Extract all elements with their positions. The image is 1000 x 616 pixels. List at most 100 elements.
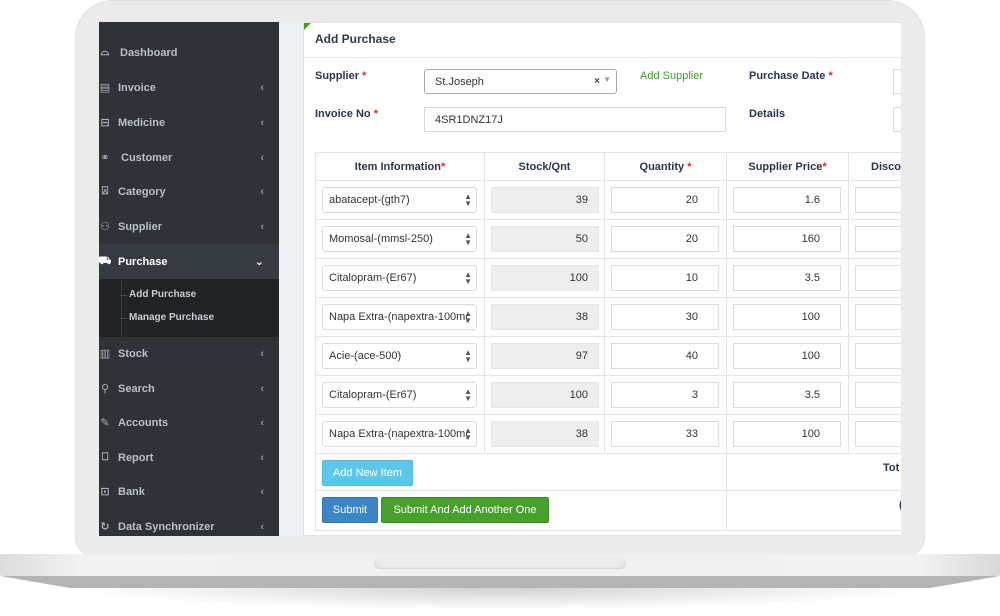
supplier-price-input[interactable]: 3.5: [733, 265, 841, 291]
cell-quantity: 10: [604, 259, 726, 298]
header-item-information: Item Information *: [315, 153, 484, 181]
chevron-down-icon: ⌄: [254, 256, 264, 268]
sidebar-item-label: Invoice: [118, 81, 156, 94]
supplier-price-input[interactable]: 3.5: [733, 382, 841, 408]
cell-stock: 38: [484, 298, 604, 337]
invoice-no-value: 4SR1DNZ17J: [435, 113, 503, 126]
sidebar-item-medicine[interactable]: ⊟ Medicine ‹: [99, 105, 279, 140]
invoice-no-input[interactable]: 4SR1DNZ17J: [424, 107, 726, 132]
item-select[interactable]: abatacept-(gth7) ▲ ▼: [322, 187, 477, 213]
total-label: Tot: [883, 462, 900, 474]
edit-icon: ✎: [100, 417, 110, 429]
submenu-add-purchase[interactable]: Add Purchase: [119, 289, 196, 300]
header-text: Supplier Price: [748, 161, 823, 173]
item-select[interactable]: Napa Extra-(napextra-100mg) ▲ ▼: [322, 421, 477, 447]
sidebar-item-label: Search: [118, 382, 155, 395]
supplier-price-input[interactable]: 1.6: [733, 187, 841, 213]
invoice-label-text: Invoice No: [315, 108, 371, 120]
supplier-price-input[interactable]: 160: [733, 226, 841, 252]
cell-stock: 97: [484, 337, 604, 376]
quantity-input[interactable]: 40: [611, 343, 719, 369]
sidebar-item-supplier[interactable]: ⚇ Supplier ‹: [99, 209, 279, 244]
sidebar-item-search[interactable]: ⚲ Search ‹: [99, 371, 279, 406]
quantity-input[interactable]: 3: [611, 382, 719, 408]
footer-cell-total: Tot: [726, 454, 901, 491]
submenu-line: [121, 279, 122, 337]
submit-button[interactable]: Submit: [322, 497, 378, 523]
item-select[interactable]: Momosal-(mmsl-250) ▲ ▼: [322, 226, 477, 252]
item-select-value: abatacept-(gth7): [329, 194, 410, 206]
page-title: Add Purchase: [315, 32, 396, 46]
select-updown-icon: ▲ ▼: [464, 270, 472, 286]
details-input[interactable]: [893, 107, 901, 132]
discount-input[interactable]: [855, 304, 901, 330]
discount-input[interactable]: [855, 343, 901, 369]
chevron-left-icon: ‹: [260, 520, 264, 533]
sidebar-item-bank[interactable]: ⊡ Bank ‹: [99, 474, 279, 509]
select-updown-icon: ▲ ▼: [464, 192, 472, 208]
chevron-left-icon: ‹: [260, 116, 264, 129]
supplier-price-input[interactable]: 100: [733, 304, 841, 330]
item-select[interactable]: Acie-(ace-500) ▲ ▼: [322, 343, 477, 369]
item-select[interactable]: Citalopram-(Er67) ▲ ▼: [322, 382, 477, 408]
sidebar: ⌓ Dashboard ▤ Invoice ‹ ⊟ Medicine ‹ ⚭ C…: [99, 22, 279, 536]
submit-and-add-another-button[interactable]: Submit And Add Another One: [381, 497, 549, 523]
supplier-price-input[interactable]: 100: [733, 343, 841, 369]
customer-handshake-icon: ⚭: [100, 152, 110, 164]
chevron-left-icon: ‹: [260, 185, 264, 198]
screen: ⌓ Dashboard ▤ Invoice ‹ ⊟ Medicine ‹ ⚭ C…: [99, 22, 901, 536]
cell-stock: 50: [484, 220, 604, 259]
purchase-date-input[interactable]: [893, 69, 901, 94]
footer-label-2: (: [899, 499, 901, 511]
sidebar-item-data-synchronizer[interactable]: ↻ Data Synchronizer ‹: [99, 509, 279, 536]
briefcase-icon: ⊡: [100, 486, 110, 498]
quantity-input[interactable]: 10: [611, 265, 719, 291]
clear-icon[interactable]: ×: [594, 76, 600, 87]
discount-input[interactable]: [855, 265, 901, 291]
item-select[interactable]: Napa Extra-(napextra-100mg) ▲ ▼: [322, 304, 477, 330]
table-row: abatacept-(gth7) ▲ ▼ 39 20 1.6: [315, 181, 901, 220]
sidebar-item-label: Report: [118, 451, 154, 464]
discount-input[interactable]: [855, 187, 901, 213]
supplier-label-text: Supplier: [315, 70, 360, 82]
quantity-input[interactable]: 20: [611, 187, 719, 213]
add-supplier-link[interactable]: Add Supplier: [640, 70, 703, 82]
add-new-item-button[interactable]: Add New Item: [322, 460, 413, 486]
sidebar-item-dashboard[interactable]: ⌓ Dashboard: [99, 35, 279, 70]
sidebar-item-report[interactable]: ⎕ Report ‹: [99, 440, 279, 475]
cell-stock: 100: [484, 376, 604, 415]
item-select-value: Citalopram-(Er67): [329, 389, 417, 401]
item-select-value: Momosal-(mmsl-250): [329, 233, 433, 245]
discount-input[interactable]: [855, 382, 901, 408]
cell-item: Napa Extra-(napextra-100mg) ▲ ▼: [315, 298, 484, 337]
stock-qnt-field: 100: [491, 265, 599, 291]
panel-header: Add Purchase: [304, 23, 901, 58]
quantity-input[interactable]: 20: [611, 226, 719, 252]
chevron-left-icon: ‹: [260, 220, 264, 233]
invoice-icon: ▤: [99, 82, 111, 94]
sidebar-item-label: Category: [118, 185, 166, 198]
supplier-label: Supplier *: [315, 70, 366, 82]
cell-item: abatacept-(gth7) ▲ ▼: [315, 181, 484, 220]
sidebar-item-accounts[interactable]: ✎ Accounts ‹: [99, 405, 279, 440]
sidebar-item-stock[interactable]: ▥ Stock ‹: [99, 336, 279, 371]
quantity-input[interactable]: 33: [611, 421, 719, 447]
footer-cell-submit: Submit Submit And Add Another One: [315, 491, 726, 531]
quantity-input[interactable]: 30: [611, 304, 719, 330]
cell-discount: [848, 181, 901, 220]
sidebar-item-label: Dashboard: [120, 46, 178, 59]
sidebar-item-customer[interactable]: ⚭ Customer ‹: [99, 140, 279, 175]
submenu-manage-purchase[interactable]: Manage Purchase: [119, 312, 214, 323]
item-select[interactable]: Citalopram-(Er67) ▲ ▼: [322, 265, 477, 291]
dashboard-icon: ⌓: [100, 46, 110, 58]
sidebar-item-purchase[interactable]: ⛟ Purchase ⌄: [99, 244, 279, 279]
discount-input[interactable]: [855, 226, 901, 252]
sidebar-item-label: Supplier: [118, 220, 163, 233]
cell-discount: [848, 298, 901, 337]
sidebar-item-category[interactable]: ⍓ Category ‹: [99, 174, 279, 209]
sidebar-item-invoice[interactable]: ▤ Invoice ‹: [99, 70, 279, 105]
discount-input[interactable]: [855, 421, 901, 447]
supplier-select[interactable]: St.Joseph × ▼: [424, 69, 617, 94]
supplier-price-input[interactable]: 100: [733, 421, 841, 447]
category-tag-icon: ⍓: [101, 185, 109, 197]
